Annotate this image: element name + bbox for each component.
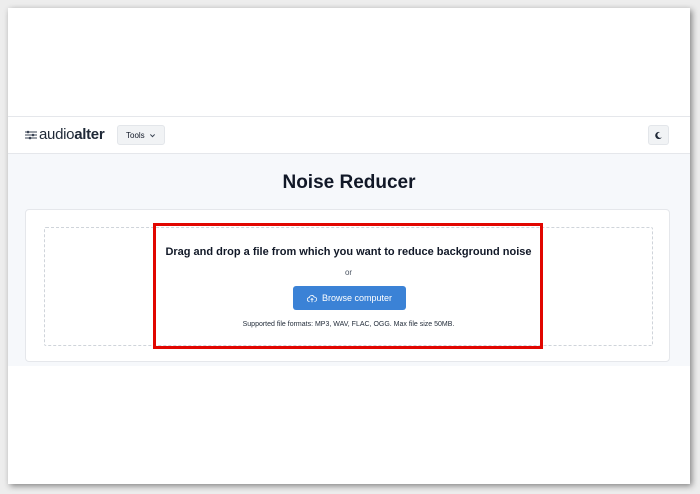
logo-text-light: audio <box>39 126 75 143</box>
blank-area <box>8 8 690 116</box>
logo-text-bold: alter <box>74 126 105 143</box>
supported-formats-text: Supported file formats: MP3, WAV, FLAC, … <box>242 321 455 328</box>
chevron-down-icon <box>149 133 155 137</box>
browser-viewport: audioalter Tools Noise Reducer Drag and … <box>8 8 690 484</box>
browse-computer-button[interactable]: Browse computer <box>293 286 406 310</box>
dropzone-heading: Drag and drop a file from which you want… <box>165 246 532 258</box>
moon-icon <box>655 131 662 139</box>
cloud-upload-icon <box>306 294 317 302</box>
tools-dropdown-button[interactable]: Tools <box>117 125 165 145</box>
upload-card: Drag and drop a file from which you want… <box>25 209 670 362</box>
logo-text: audioalter <box>39 126 105 143</box>
browse-button-label: Browse computer <box>321 293 393 303</box>
dropzone-or-text: or <box>344 268 353 277</box>
navbar: audioalter Tools <box>8 116 690 154</box>
main-content: Noise Reducer Drag and drop a file from … <box>8 154 690 366</box>
tools-label: Tools <box>126 130 145 140</box>
logo[interactable]: audioalter <box>25 126 105 143</box>
theme-toggle-button[interactable] <box>648 125 669 145</box>
file-dropzone[interactable]: Drag and drop a file from which you want… <box>44 227 653 346</box>
page-title: Noise Reducer <box>282 172 416 193</box>
sliders-icon <box>25 130 37 139</box>
